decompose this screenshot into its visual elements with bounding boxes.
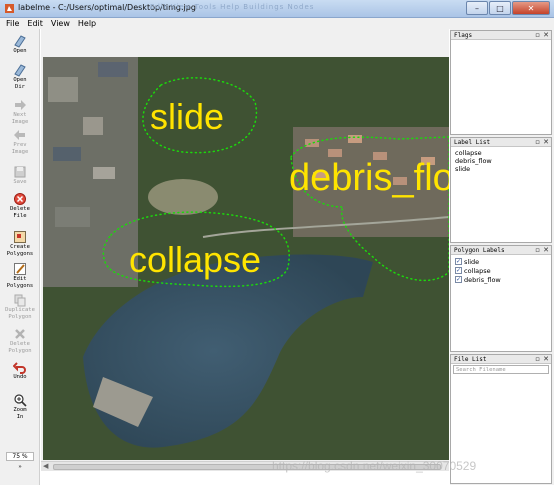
label-list-item[interactable]: slide <box>455 165 547 173</box>
save-button[interactable]: Save <box>0 165 40 186</box>
delete-file-button[interactable]: Delete File <box>0 192 40 220</box>
flags-dock: Flags ▫ ✕ <box>450 30 552 135</box>
label-list-dock: Label List ▫ ✕ collapse debris_flow slid… <box>450 137 552 243</box>
open-icon <box>14 35 26 48</box>
duplicate-polygon-button[interactable]: Duplicate Polygon <box>0 293 40 321</box>
file-search-input[interactable]: Search Filename <box>453 365 549 374</box>
dock-float-icon[interactable]: ▫ <box>535 355 540 363</box>
right-dock-area: Flags ▫ ✕ Label List ▫ ✕ collapse debris… <box>450 29 554 485</box>
close-button[interactable]: ✕ <box>512 1 550 15</box>
labelme-app-icon <box>5 4 14 13</box>
arrow-left-icon <box>14 130 25 140</box>
window-controls: – □ ✕ <box>466 1 550 15</box>
polygon-visible-checkbox[interactable]: ✓ <box>455 276 462 283</box>
next-image-button[interactable]: Next Image <box>0 98 40 126</box>
create-polygon-icon <box>14 231 26 243</box>
menu-view[interactable]: View <box>51 19 70 28</box>
image-canvas[interactable]: slide debris_flo collapse <box>43 57 449 460</box>
polygon-label-text: collapse <box>464 266 491 275</box>
polygon-label-text: slide <box>464 257 480 266</box>
polygon-labels-dock-title: Polygon Labels <box>454 247 505 254</box>
bare-slope <box>148 179 218 215</box>
dock-close-icon[interactable]: ✕ <box>543 138 549 146</box>
label-list-dock-title: Label List <box>454 139 491 146</box>
edit-icon <box>14 263 26 275</box>
title-bar: labelme - C:/Users/optimal/Desktop/timg.… <box>0 0 554 18</box>
open-dir-button[interactable]: Open Dir <box>0 63 40 91</box>
canvas-label-collapse: collapse <box>129 239 261 280</box>
menu-bar: File Edit View Help <box>0 18 554 29</box>
minimize-button[interactable]: – <box>466 1 488 15</box>
open-button[interactable]: Open <box>0 34 40 55</box>
canvas-label-debris-flow: debris_flo <box>289 157 449 199</box>
file-list-dock-title: File List <box>454 356 487 363</box>
scroll-left-icon[interactable]: ◀ <box>43 462 48 470</box>
dock-float-icon[interactable]: ▫ <box>535 31 540 39</box>
canvas-label-slide: slide <box>150 96 224 137</box>
toolbar-more-chevron[interactable]: » <box>0 464 40 471</box>
label-list-item[interactable]: collapse <box>455 149 547 157</box>
zoom-level-field[interactable]: 75 % <box>6 452 34 461</box>
menu-edit[interactable]: Edit <box>27 19 43 28</box>
label-list-item[interactable]: debris_flow <box>455 157 547 165</box>
create-polygons-button[interactable]: Create Polygons <box>0 230 40 258</box>
watermark-text: https://blog.csdn.net/weixin_30070529 <box>272 459 477 473</box>
zoom-in-button[interactable]: Zoom In <box>0 393 40 421</box>
window-title-ghost-menu: Edit View Tools Help Buildings Nodes <box>150 3 315 11</box>
flags-dock-title: Flags <box>454 32 473 39</box>
delete-icon <box>14 193 26 205</box>
cross-icon <box>15 329 25 339</box>
dock-close-icon[interactable]: ✕ <box>543 355 549 363</box>
polygon-label-row[interactable]: ✓ slide <box>455 257 547 266</box>
maximize-button[interactable]: □ <box>489 1 511 15</box>
open-dir-icon <box>14 64 26 77</box>
undo-button[interactable]: Undo <box>0 360 40 381</box>
arrow-right-icon <box>15 100 26 110</box>
left-toolbar: Open Open Dir Next Image Prev Image Save… <box>0 29 40 485</box>
menu-file[interactable]: File <box>6 19 19 28</box>
canvas-area: slide debris_flo collapse <box>41 29 449 471</box>
dock-float-icon[interactable]: ▫ <box>535 138 540 146</box>
polygon-label-row[interactable]: ✓ debris_flow <box>455 275 547 284</box>
chevron-down-icon: » <box>18 464 22 470</box>
edit-polygons-button[interactable]: Edit Polygons <box>0 262 40 290</box>
zoom-in-icon <box>14 394 27 407</box>
polygon-labels-dock: Polygon Labels ▫ ✕ ✓ slide ✓ collapse ✓ … <box>450 245 552 352</box>
dock-close-icon[interactable]: ✕ <box>543 246 549 254</box>
save-icon <box>14 166 26 178</box>
polygon-visible-checkbox[interactable]: ✓ <box>455 267 462 274</box>
menu-help[interactable]: Help <box>78 19 96 28</box>
delete-polygon-button[interactable]: Delete Polygon <box>0 327 40 355</box>
undo-icon <box>13 362 26 374</box>
polygon-labels-list: ✓ slide ✓ collapse ✓ debris_flow <box>451 255 551 286</box>
dock-close-icon[interactable]: ✕ <box>543 31 549 39</box>
polygon-label-row[interactable]: ✓ collapse <box>455 266 547 275</box>
prev-image-button[interactable]: Prev Image <box>0 128 40 156</box>
polygon-visible-checkbox[interactable]: ✓ <box>455 258 462 265</box>
dock-float-icon[interactable]: ▫ <box>535 246 540 254</box>
duplicate-icon <box>14 294 26 307</box>
label-list: collapse debris_flow slide <box>451 147 551 175</box>
polygon-label-text: debris_flow <box>464 275 501 284</box>
